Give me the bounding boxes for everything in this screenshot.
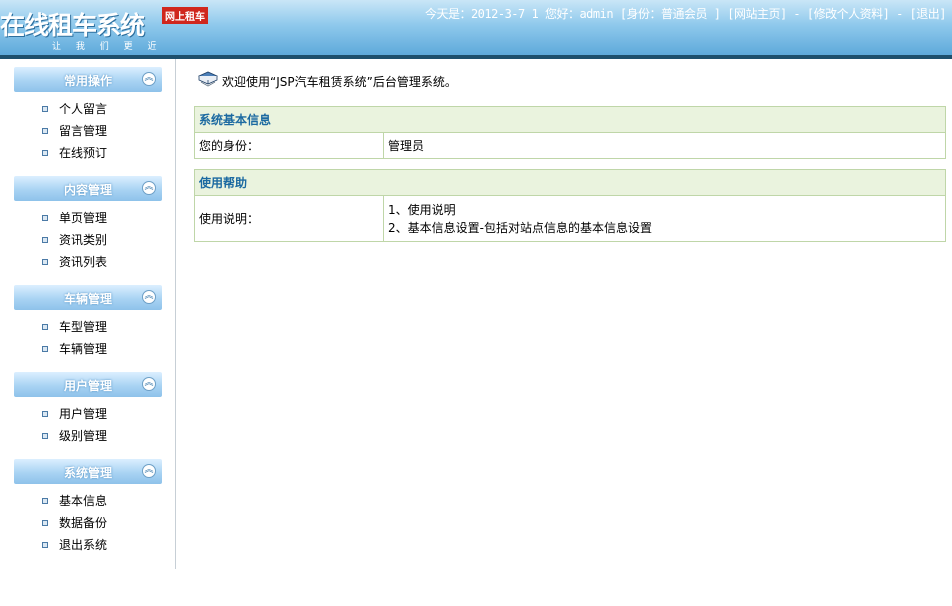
top-info-bar: 今天是：2012-3-7 1 您好：admin [身份：普通会员 ] [网站主页… [424,5,947,22]
sidebar-item-label: 数据备份 [59,516,108,530]
bullet-icon [42,520,48,526]
sidebar-item-label: 车辆管理 [59,342,108,356]
menu-group-title-text: 系统管理 [63,466,112,480]
menu-group-title[interactable]: 常用操作 ︽ [14,67,162,92]
sidebar-item-label: 级别管理 [59,429,108,443]
separator: - [896,7,903,21]
logo-slogan: 让 我 们 更 近 [52,42,157,52]
sidebar-item-online-booking[interactable]: 在线预订 [14,142,162,164]
sidebar-item-news-list[interactable]: 资讯列表 [14,251,162,273]
bullet-icon [42,128,48,134]
menu-group-content: 内容管理 ︽ 单页管理 资讯类别 资讯列表 [14,176,162,273]
sidebar-item-label: 基本信息 [59,494,108,508]
sidebar-item-label: 资讯类别 [59,233,108,247]
sidebar-item-label: 车型管理 [59,320,108,334]
menu-group-title-text: 车辆管理 [63,292,112,306]
bullet-icon [42,106,48,112]
identity-value: 管理员 [383,132,946,159]
menu-group-title[interactable]: 系统管理 ︽ [14,459,162,484]
basic-info-table: 系统基本信息 您的身份： 管理员 [194,106,946,159]
sidebar: 常用操作 ︽ 个人留言 留言管理 在线预订 内容管理 ︽ 单页管理 资讯类别 资… [0,59,176,569]
menu-group-title[interactable]: 内容管理 ︽ [14,176,162,201]
sidebar-item-message-manage[interactable]: 留言管理 [14,120,162,142]
bullet-icon [42,215,48,221]
collapse-icon[interactable]: ︽ [142,290,156,304]
today-date: 2012-3-7 1 [470,7,539,21]
usage-content: 1、使用说明 2、基本信息设置-包括对站点信息的基本信息设置 [383,195,946,242]
menu-group-title-text: 常用操作 [63,74,112,88]
menu-group-common: 常用操作 ︽ 个人留言 留言管理 在线预订 [14,67,162,164]
menu-group-title-text: 内容管理 [63,183,112,197]
bullet-icon [42,542,48,548]
bullet-icon [42,498,48,504]
logo-badge: 网上租车 [162,7,208,24]
sidebar-item-data-backup[interactable]: 数据备份 [14,512,162,534]
bullet-icon [42,237,48,243]
sidebar-item-user-manage[interactable]: 用户管理 [14,403,162,425]
sidebar-item-news-category[interactable]: 资讯类别 [14,229,162,251]
today-label: 今天是： [424,7,472,21]
help-line: 1、使用说明 [388,202,456,217]
collapse-icon[interactable]: ︽ [142,377,156,391]
bullet-icon [42,150,48,156]
sidebar-item-basic-info[interactable]: 基本信息 [14,490,162,512]
site-logo: 在线租车系统 网上租车 让 我 们 更 近 [0,2,220,52]
logo-title: 在线租车系统 [0,11,145,40]
section-heading: 使用帮助 [194,169,946,196]
sidebar-item-label: 个人留言 [59,102,108,116]
menu-group-system: 系统管理 ︽ 基本信息 数据备份 退出系统 [14,459,162,556]
user-role: [身份：普通会员 ] [619,7,721,21]
sidebar-item-label: 在线预订 [59,146,108,160]
home-link[interactable]: [网站主页] [727,7,787,21]
menu-group-title[interactable]: 车辆管理 ︽ [14,285,162,310]
separator: - [793,7,801,21]
section-heading: 系统基本信息 [194,106,946,133]
hello-label: 您好： [544,7,580,21]
identity-label: 您的身份： [194,132,384,159]
menu-group-vehicle: 车辆管理 ︽ 车型管理 车辆管理 [14,285,162,360]
sidebar-item-label: 留言管理 [59,124,108,138]
sidebar-item-label: 用户管理 [59,407,108,421]
edit-profile-link[interactable]: [修改个人资料] [807,7,890,21]
help-table: 使用帮助 使用说明： 1、使用说明 2、基本信息设置-包括对站点信息的基本信息设… [194,169,946,242]
menu-group-title[interactable]: 用户管理 ︽ [14,372,162,397]
welcome-text: 欢迎使用“JSP汽车租赁系统”后台管理系统。 [222,75,457,89]
bullet-icon [42,346,48,352]
collapse-icon[interactable]: ︽ [142,464,156,478]
logout-link[interactable]: [退出] [910,7,947,21]
bullet-icon [42,433,48,439]
bullet-icon [42,324,48,330]
username: admin [579,7,614,21]
sidebar-item-label: 单页管理 [59,211,108,225]
sidebar-item-page-manage[interactable]: 单页管理 [14,207,162,229]
sidebar-item-exit-system[interactable]: 退出系统 [14,534,162,556]
sidebar-item-label: 资讯列表 [59,255,108,269]
sidebar-item-car-type-manage[interactable]: 车型管理 [14,316,162,338]
collapse-icon[interactable]: ︽ [142,181,156,195]
help-line: 2、基本信息设置-包括对站点信息的基本信息设置 [388,220,652,235]
sidebar-item-vehicle-manage[interactable]: 车辆管理 [14,338,162,360]
page-header: 在线租车系统 网上租车 让 我 们 更 近 今天是：2012-3-7 1 您好：… [0,0,952,55]
sidebar-item-level-manage[interactable]: 级别管理 [14,425,162,447]
menu-group-title-text: 用户管理 [63,379,112,393]
usage-label: 使用说明： [194,195,384,242]
menu-group-user: 用户管理 ︽ 用户管理 级别管理 [14,372,162,447]
bullet-icon [42,411,48,417]
sidebar-item-label: 退出系统 [59,538,108,552]
sidebar-item-personal-message[interactable]: 个人留言 [14,98,162,120]
book-icon [198,71,218,87]
bullet-icon [42,259,48,265]
collapse-icon[interactable]: ︽ [142,72,156,86]
